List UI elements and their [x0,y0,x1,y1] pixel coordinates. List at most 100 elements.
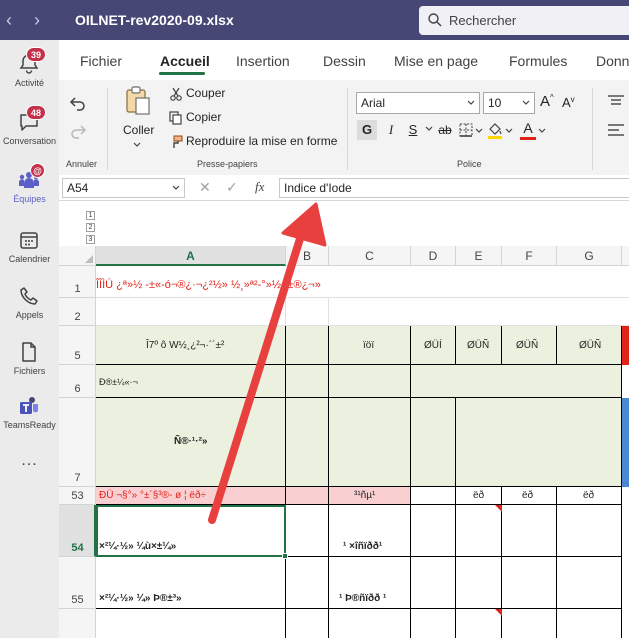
cell-a56[interactable] [96,609,286,638]
align-left-icon[interactable] [607,123,625,137]
grow-font-button[interactable]: A^ [540,93,554,110]
cell-g53[interactable]: ëð [557,487,622,505]
cell-f54[interactable] [502,505,557,557]
column-header-e[interactable]: E [456,246,502,266]
search-input[interactable] [449,10,624,30]
tab-formules[interactable]: Formules [509,53,567,69]
column-header-c[interactable]: C [329,246,411,266]
row-header-53[interactable]: 53 [59,487,96,505]
cell-f56[interactable] [502,609,557,638]
select-all-corner[interactable] [59,246,96,266]
cell-c5[interactable]: ïöï [329,326,411,365]
cell-a55[interactable]: ×²¼·½» ¼» Þ®±³» [96,557,286,609]
cell-f55[interactable] [502,557,557,609]
cell-h7[interactable] [622,398,629,487]
italic-button[interactable]: I [381,120,401,140]
font-name-select[interactable]: Arial [356,92,480,114]
cell-a6[interactable]: Ð®±¼«·¬ [96,365,286,398]
cell-g54[interactable] [557,505,622,557]
tab-accueil[interactable]: Accueil [160,53,210,69]
column-header-g[interactable]: G [557,246,622,266]
cell-b2[interactable] [286,298,329,326]
rail-item-activity[interactable]: 39 Activité [0,44,59,100]
cell-e5[interactable]: ØÜÑ [456,326,502,365]
cell-a2[interactable] [96,298,286,326]
check-icon[interactable]: ✓ [226,179,238,196]
cell-d55[interactable] [411,557,456,609]
formula-input[interactable]: Indice d'Iode [279,178,629,198]
bold-button[interactable]: G [357,120,377,140]
fill-handle[interactable] [282,553,288,559]
column-header-d[interactable]: D [411,246,456,266]
cell-b53[interactable] [286,487,329,505]
cell-b6[interactable] [286,365,329,398]
row-header-55[interactable]: 55 [59,557,96,609]
chevron-down-icon[interactable] [538,128,546,134]
cell-f5[interactable]: ØÜÑ [502,326,557,365]
cell-d7[interactable] [411,398,456,487]
cell-g5[interactable]: ØÜÑ [557,326,622,365]
font-color-button[interactable]: A [520,120,536,140]
fill-color-icon[interactable] [487,121,503,139]
outline-level-button[interactable]: 2 [86,223,95,232]
row-header-2[interactable]: 2 [59,298,96,326]
outline-level-button[interactable]: 1 [86,211,95,220]
cell-b5[interactable] [286,326,329,365]
cell-g56[interactable] [557,609,622,638]
row-header-1[interactable]: 1 [59,266,96,298]
borders-icon[interactable] [459,123,473,137]
undo-icon[interactable] [69,94,87,112]
cell-c54[interactable]: ¹ ×îñïðð¹ [329,505,411,557]
cell-c53[interactable]: ³¹ñµ¹ [329,487,411,505]
rail-item-calls[interactable]: Appels [0,276,59,332]
tab-mise-en-page[interactable]: Mise en page [394,53,478,69]
paste-button[interactable]: Coller [115,84,159,154]
cell-b54[interactable] [286,505,329,557]
comment-indicator[interactable] [495,609,502,616]
column-header-b[interactable]: B [286,246,329,266]
cell-h5[interactable] [622,326,629,365]
rail-item-calendar[interactable]: Calendrier [0,220,59,276]
tab-insertion[interactable]: Insertion [236,53,290,69]
back-chevron-icon[interactable]: ‹ [6,10,12,31]
row-header-next[interactable] [59,609,96,638]
cell-c6[interactable] [329,365,411,398]
chevron-down-icon[interactable] [505,128,513,134]
tab-fichier[interactable]: Fichier [80,53,122,69]
forward-chevron-icon[interactable]: › [34,10,40,31]
cell-d56[interactable] [411,609,456,638]
more-apps-icon[interactable]: ... [0,452,59,470]
chevron-down-icon[interactable] [425,126,433,132]
cell-a7[interactable]: Ñ®·¹·²» [96,398,286,487]
search-box[interactable] [419,6,629,35]
cell-b55[interactable] [286,557,329,609]
cell-b7[interactable] [286,398,329,487]
tab-donnees[interactable]: Donn [596,53,629,69]
row-header-6[interactable]: 6 [59,365,96,398]
cell-e55[interactable] [456,557,502,609]
cell-d54[interactable] [411,505,456,557]
shrink-font-button[interactable]: Av [562,95,575,110]
tab-dessin[interactable]: Dessin [323,53,366,69]
insert-function-button[interactable]: fx [255,179,264,195]
comment-indicator[interactable] [495,505,502,512]
cell-d53[interactable] [411,487,456,505]
strikethrough-button[interactable]: ab [435,120,455,140]
rail-item-teams[interactable]: @ Équipes [0,160,59,216]
cell-c56[interactable] [329,609,411,638]
cell-a5[interactable]: Î7º ô W½¸¿²¬·´´±² [96,326,286,365]
rail-item-teamsready[interactable]: TeamsReady [0,386,59,442]
outline-level-button[interactable]: 3 [86,235,95,244]
column-header-h[interactable] [622,246,629,266]
font-size-select[interactable]: 10 [483,92,535,114]
rail-item-conversation[interactable]: 48 Conversation [0,102,59,158]
row-header-5[interactable]: 5 [59,326,96,365]
name-box[interactable]: A54 [62,178,185,198]
cell-e53[interactable]: ëð [456,487,502,505]
column-header-f[interactable]: F [502,246,557,266]
cell-c2[interactable] [329,298,629,326]
cell-c55[interactable]: ¹ Þ®ñïðð ¹ [329,557,411,609]
chevron-down-icon[interactable] [475,128,483,134]
cell-h6[interactable] [622,365,629,398]
cell-f53[interactable]: ëð [502,487,557,505]
